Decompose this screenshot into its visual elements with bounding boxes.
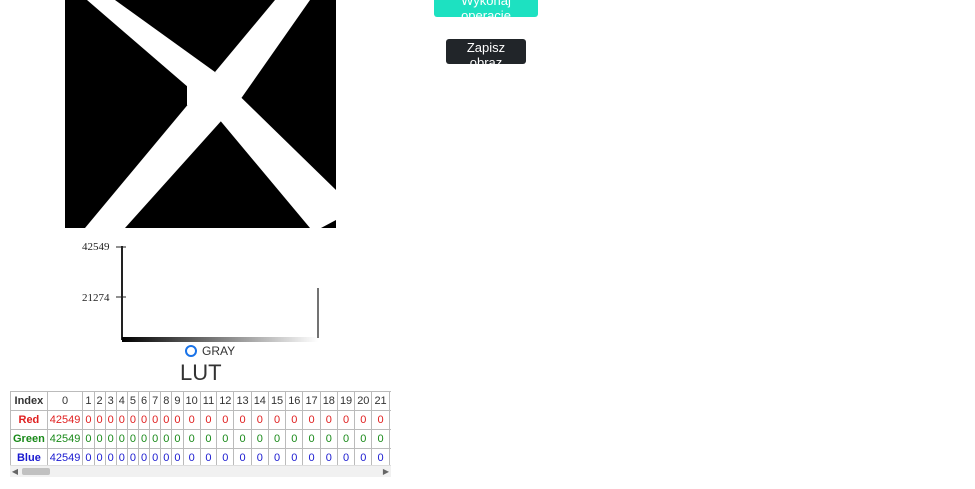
lut-cell: 0 — [160, 410, 173, 430]
index-cell: 9 — [171, 391, 184, 411]
lut-cell: 0 — [233, 410, 252, 430]
lut-cell: 0 — [182, 429, 201, 449]
lut-cell: 0 — [302, 410, 321, 430]
lut-cell: 0 — [138, 410, 151, 430]
lut-cell: 0 — [160, 429, 173, 449]
index-cell: 20 — [354, 391, 373, 411]
channel-radio-gray[interactable]: GRAY — [185, 344, 235, 358]
scroll-thumb[interactable] — [22, 468, 50, 475]
horizontal-scrollbar[interactable]: ◀ ▶ — [10, 465, 391, 477]
lut-table: Index 0 1 2 3 4 5 6 7 8 9 10 11 12 13 14 15 16 17 18 19 20 21… — [10, 391, 391, 468]
lut-cell: 0 — [371, 429, 390, 449]
lut-row-red: Red 425490000000000000000000000 — [10, 410, 391, 430]
lut-cell: 42549 — [46, 410, 84, 430]
lut-cell: 0 — [285, 429, 304, 449]
index-cell: 12 — [216, 391, 235, 411]
y-mid-label: 21274 — [82, 292, 110, 304]
lut-cell: 0 — [267, 429, 287, 449]
lut-cell: 0 — [250, 410, 269, 430]
chevron-left-icon[interactable]: ◀ — [10, 466, 20, 477]
lut-cell: 0 — [319, 429, 338, 449]
lut-cell: 0 — [104, 410, 117, 430]
index-cell: 3 — [104, 391, 117, 411]
lut-row-green: Green 425490000000000000000000000 — [10, 429, 391, 449]
chevron-right-icon[interactable]: ▶ — [381, 466, 391, 477]
lut-title: LUT — [180, 360, 222, 385]
lut-cell: 0 — [267, 410, 287, 430]
channel-label: GRAY — [202, 344, 236, 358]
index-cell: 11 — [199, 391, 218, 411]
lut-cell: 0 — [354, 410, 373, 430]
lut-header-row: Index 0 1 2 3 4 5 6 7 8 9 10 11 12 13 14 15 16 17 18 19 20 21… — [10, 391, 391, 411]
index-cell: 1 — [82, 391, 95, 411]
lut-cell: 0 — [149, 410, 162, 430]
lut-cell: 0 — [115, 429, 128, 449]
lut-cell: 0 — [126, 429, 140, 449]
index-cell: 4 — [115, 391, 128, 411]
index-cell: 14 — [250, 391, 269, 411]
index-cell: 7 — [149, 391, 162, 411]
perform-operation-button[interactable]: Wykonaj operację — [434, 0, 538, 23]
save-image-button[interactable]: Zapisz obraz — [446, 39, 526, 70]
index-cell: 22 — [388, 391, 391, 411]
lut-cell: 0 — [171, 429, 184, 449]
index-cell: 0 — [46, 391, 84, 411]
lut-cell: 0 — [138, 429, 151, 449]
lut-cell: 0 — [149, 429, 162, 449]
lut-cell: 0 — [82, 410, 95, 430]
lut-cell: 0 — [302, 429, 321, 449]
index-header: Index — [10, 391, 48, 411]
lut-cell: 0 — [388, 429, 391, 449]
index-cell: 21 — [371, 391, 390, 411]
y-max-label: 42549 — [82, 241, 110, 253]
lut-cell: 0 — [285, 410, 304, 430]
lut-cell: 0 — [126, 410, 140, 430]
index-cell: 16 — [285, 391, 304, 411]
lut-cell: 0 — [319, 410, 338, 430]
index-cell: 13 — [233, 391, 252, 411]
lut-cell: 0 — [354, 429, 373, 449]
lut-cell: 0 — [182, 410, 201, 430]
lut-cell: 0 — [82, 429, 95, 449]
histogram: 42549 21274 — [78, 238, 328, 353]
index-cell: 18 — [319, 391, 338, 411]
lut-cell: 0 — [336, 410, 356, 430]
lut-cell: 0 — [93, 429, 106, 449]
index-cell: 10 — [182, 391, 201, 411]
row-label-green: Green — [10, 429, 48, 449]
lut-cell: 0 — [250, 429, 269, 449]
index-cell: 19 — [336, 391, 356, 411]
lut-cell: 0 — [216, 429, 235, 449]
index-cell: 15 — [267, 391, 287, 411]
index-cell: 2 — [93, 391, 106, 411]
radio-selected-icon[interactable] — [185, 345, 197, 357]
row-label-red: Red — [10, 410, 48, 430]
lut-cell: 0 — [199, 429, 218, 449]
index-cell: 17 — [302, 391, 321, 411]
lut-cell: 0 — [336, 429, 356, 449]
lut-cell: 42549 — [46, 429, 84, 449]
lut-cell: 0 — [115, 410, 128, 430]
lut-cell: 0 — [104, 429, 117, 449]
index-cell: 8 — [160, 391, 173, 411]
lut-cell: 0 — [371, 410, 390, 430]
index-cell: 5 — [126, 391, 140, 411]
index-cell: 6 — [138, 391, 151, 411]
lut-cell: 0 — [388, 410, 391, 430]
lut-cell: 0 — [171, 410, 184, 430]
lut-cell: 0 — [93, 410, 106, 430]
image-preview — [65, 0, 336, 228]
lut-cell: 0 — [199, 410, 218, 430]
lut-cell: 0 — [216, 410, 235, 430]
lut-cell: 0 — [233, 429, 252, 449]
